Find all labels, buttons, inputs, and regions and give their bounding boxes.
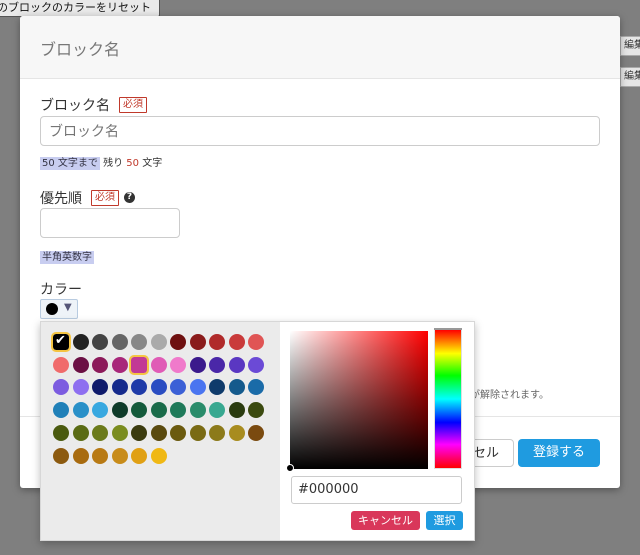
modal-title: ブロック名 <box>40 40 121 59</box>
block-name-label: ブロック名 <box>40 98 110 114</box>
color-swatch[interactable] <box>248 356 264 373</box>
color-palette: ✔ <box>41 322 280 540</box>
hex-color-input[interactable]: #000000 <box>291 476 462 504</box>
required-badge: 必須 <box>119 97 147 113</box>
color-swatch[interactable] <box>131 334 147 350</box>
color-swatch[interactable] <box>92 356 108 373</box>
remaining-suffix: 文字 <box>142 158 163 169</box>
color-swatch[interactable] <box>248 424 264 441</box>
edit-button[interactable]: 編集 <box>620 36 640 56</box>
color-label: カラー <box>40 282 82 298</box>
color-swatch[interactable] <box>189 356 206 373</box>
remaining-count: 50 <box>126 158 140 169</box>
color-swatch[interactable] <box>189 424 206 441</box>
color-swatch[interactable] <box>170 424 186 441</box>
color-swatch[interactable] <box>170 356 186 373</box>
color-swatch[interactable] <box>228 379 245 396</box>
color-swatch[interactable] <box>92 334 108 350</box>
color-swatch[interactable] <box>92 424 108 441</box>
reset-color-button[interactable]: のブロックのカラーをリセット <box>0 0 160 17</box>
chevron-down-icon: ▼ <box>64 302 72 313</box>
color-swatch[interactable] <box>189 334 206 350</box>
color-swatch[interactable] <box>111 379 128 396</box>
color-picker-button[interactable]: ▼ <box>40 299 78 319</box>
color-swatch[interactable] <box>150 334 167 350</box>
check-icon: ✔ <box>55 333 66 348</box>
color-swatch[interactable] <box>150 402 167 419</box>
priority-input[interactable] <box>40 208 180 238</box>
color-swatch[interactable] <box>209 402 225 419</box>
color-swatch[interactable] <box>72 334 89 350</box>
color-picker-popover: ✔ #000000 キャンセル 選択 <box>40 321 475 541</box>
help-icon[interactable]: ? <box>124 192 135 203</box>
color-swatch[interactable] <box>209 356 225 373</box>
color-swatch[interactable] <box>111 334 128 350</box>
priority-label: 優先順 <box>40 191 82 207</box>
color-swatch[interactable] <box>131 424 147 441</box>
edit-button[interactable]: 編集 <box>620 67 640 87</box>
color-swatch[interactable] <box>170 402 186 419</box>
color-swatch[interactable] <box>53 447 69 464</box>
color-swatch[interactable] <box>111 402 128 419</box>
color-swatch[interactable] <box>111 447 128 464</box>
color-swatch[interactable] <box>131 447 147 464</box>
picker-select-button[interactable]: 選択 <box>426 511 463 530</box>
color-swatch[interactable]: ✔ <box>51 332 71 352</box>
color-swatch[interactable] <box>150 356 167 373</box>
color-swatch[interactable] <box>72 379 89 396</box>
color-swatch[interactable] <box>92 447 108 464</box>
color-swatch[interactable] <box>92 402 108 419</box>
color-swatch[interactable] <box>209 379 225 396</box>
block-name-input[interactable] <box>40 116 600 146</box>
hue-slider[interactable] <box>434 329 462 469</box>
saturation-value-area[interactable] <box>290 331 428 469</box>
color-swatch[interactable] <box>150 447 167 464</box>
color-swatch[interactable] <box>53 356 69 373</box>
color-swatch[interactable] <box>189 379 206 396</box>
color-swatch[interactable] <box>53 424 69 441</box>
color-swatch[interactable] <box>248 379 264 396</box>
color-swatch[interactable] <box>228 424 245 441</box>
priority-hint: 半角英数字 <box>40 248 94 264</box>
hue-handle[interactable] <box>434 328 462 330</box>
saturation-handle[interactable] <box>286 464 294 472</box>
color-swatch[interactable] <box>72 356 89 373</box>
name-hint: 50 文字まで 残り 50 文字 <box>40 154 163 170</box>
color-swatch[interactable] <box>209 424 225 441</box>
color-swatch[interactable] <box>72 402 89 419</box>
color-swatch[interactable] <box>92 379 108 396</box>
submit-button[interactable]: 登録する <box>518 439 600 467</box>
color-swatch[interactable] <box>72 424 89 441</box>
color-swatch[interactable] <box>170 379 186 396</box>
color-swatch[interactable] <box>228 356 245 373</box>
current-color-dot <box>46 303 58 315</box>
color-swatch[interactable] <box>72 447 89 464</box>
color-swatch[interactable] <box>111 424 128 441</box>
required-badge: 必須 <box>91 190 119 206</box>
color-swatch[interactable] <box>131 379 147 396</box>
color-swatch[interactable] <box>228 402 245 419</box>
color-swatch[interactable] <box>209 334 225 350</box>
color-swatch[interactable] <box>53 379 69 396</box>
char-limit-tag: 50 文字まで <box>40 157 100 170</box>
color-swatch[interactable] <box>129 354 149 375</box>
color-swatch[interactable] <box>111 356 128 373</box>
color-swatch[interactable] <box>248 334 264 350</box>
color-swatch[interactable] <box>248 402 264 419</box>
remaining-prefix: 残り <box>103 158 124 169</box>
picker-cancel-button[interactable]: キャンセル <box>351 511 420 530</box>
color-swatch[interactable] <box>53 402 69 419</box>
color-swatch[interactable] <box>170 334 186 350</box>
color-swatch[interactable] <box>189 402 206 419</box>
color-swatch[interactable] <box>150 424 167 441</box>
color-swatch[interactable] <box>150 379 167 396</box>
alphanumeric-tag: 半角英数字 <box>40 251 94 264</box>
color-swatch[interactable] <box>131 402 147 419</box>
color-swatch[interactable] <box>228 334 245 350</box>
